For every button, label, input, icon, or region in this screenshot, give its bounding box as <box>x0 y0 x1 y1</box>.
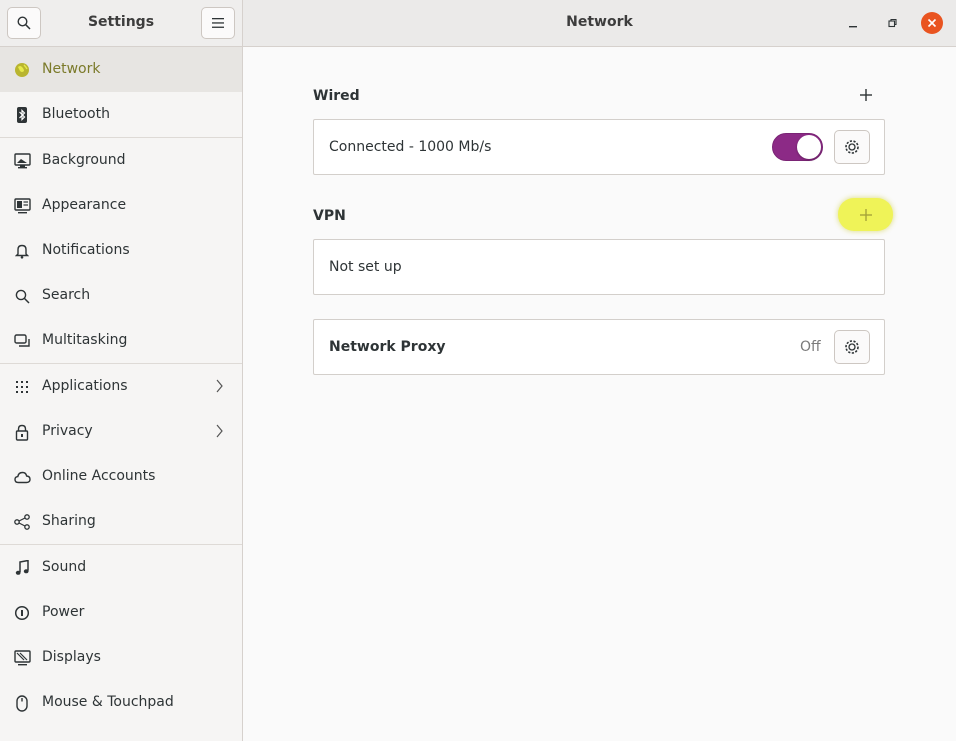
sidebar-item-label: Displays <box>42 649 101 665</box>
sidebar-item-label: Sound <box>42 559 87 575</box>
sidebar-item-label: Multitasking <box>42 332 128 348</box>
close-icon <box>927 18 937 28</box>
add-wired-button[interactable] <box>856 85 876 105</box>
sidebar-item-bluetooth[interactable]: Bluetooth <box>0 92 242 137</box>
network-proxy-status: Off <box>800 339 821 355</box>
main-content: Wired Connected - 1000 Mb/s VPN Not set … <box>243 47 956 741</box>
sidebar-item-mouse-touchpad[interactable]: Mouse & Touchpad <box>0 680 242 725</box>
sidebar-item-displays[interactable]: Displays <box>0 635 242 680</box>
background-icon <box>13 152 31 170</box>
sidebar-item-sound[interactable]: Sound <box>0 545 242 590</box>
display-icon <box>13 649 31 667</box>
sidebar-item-network[interactable]: Network <box>0 47 242 92</box>
sidebar-item-label: Sharing <box>42 513 96 529</box>
gear-icon <box>845 140 859 154</box>
header-bar: Network <box>243 0 956 47</box>
music-note-icon <box>13 559 31 577</box>
add-vpn-button[interactable] <box>856 205 876 225</box>
chevron-right-icon <box>216 424 223 438</box>
sidebar-item-label: Background <box>42 152 126 168</box>
sidebar-item-power[interactable]: Power <box>0 590 242 635</box>
sidebar-item-background[interactable]: Background <box>0 138 242 183</box>
lock-icon <box>13 423 31 441</box>
network-icon <box>13 61 31 79</box>
mouse-icon <box>13 694 31 712</box>
sidebar-item-label: Bluetooth <box>42 106 110 122</box>
close-button[interactable] <box>921 12 943 34</box>
gear-icon <box>845 340 859 354</box>
maximize-button[interactable] <box>881 12 903 34</box>
sidebar-item-label: Power <box>42 604 85 620</box>
chevron-right-icon <box>216 379 223 393</box>
vpn-status: Not set up <box>329 259 402 275</box>
hamburger-icon <box>212 18 224 28</box>
sidebar-item-label: Privacy <box>42 423 93 439</box>
sidebar-header: Settings <box>0 0 242 47</box>
search-button[interactable] <box>7 7 41 39</box>
sidebar-item-search[interactable]: Search <box>0 273 242 318</box>
multitasking-icon <box>13 332 31 350</box>
sidebar-item-label: Network <box>42 61 101 77</box>
bell-icon <box>13 242 31 260</box>
sidebar-item-label: Online Accounts <box>42 468 156 484</box>
search-icon <box>17 16 31 30</box>
sidebar-item-notifications[interactable]: Notifications <box>0 228 242 273</box>
plus-icon <box>860 209 872 221</box>
sidebar-item-online-accounts[interactable]: Online Accounts <box>0 454 242 499</box>
search-icon <box>13 287 31 305</box>
sidebar-item-label: Notifications <box>42 242 130 258</box>
sidebar: Settings Network Bluetooth Background Ap… <box>0 0 243 741</box>
network-proxy-label: Network Proxy <box>329 339 446 355</box>
minimize-button[interactable] <box>842 12 864 34</box>
sidebar-item-appearance[interactable]: Appearance <box>0 183 242 228</box>
sidebar-item-label: Appearance <box>42 197 127 213</box>
minimize-icon <box>849 26 857 28</box>
wired-toggle[interactable] <box>772 133 823 161</box>
share-icon <box>13 513 31 531</box>
toggle-knob <box>797 135 821 159</box>
bluetooth-icon <box>13 106 31 124</box>
menu-button[interactable] <box>201 7 235 39</box>
cloud-icon <box>13 468 31 486</box>
vpn-section-title: VPN <box>313 208 346 224</box>
sidebar-item-label: Applications <box>42 378 128 394</box>
sidebar-item-sharing[interactable]: Sharing <box>0 499 242 544</box>
sidebar-item-label: Mouse & Touchpad <box>42 694 174 710</box>
vpn-row: Not set up <box>313 239 885 295</box>
wired-status: Connected - 1000 Mb/s <box>329 139 492 155</box>
grid-icon <box>13 378 31 396</box>
wired-connection-row: Connected - 1000 Mb/s <box>313 119 885 175</box>
wired-settings-button[interactable] <box>834 130 870 164</box>
network-proxy-row[interactable]: Network Proxy Off <box>313 319 885 375</box>
restore-icon <box>888 18 897 28</box>
sidebar-item-applications[interactable]: Applications <box>0 364 242 409</box>
proxy-settings-button[interactable] <box>834 330 870 364</box>
sidebar-item-privacy[interactable]: Privacy <box>0 409 242 454</box>
sidebar-item-multitasking[interactable]: Multitasking <box>0 318 242 363</box>
wired-section-title: Wired <box>313 88 360 104</box>
appearance-icon <box>13 197 31 215</box>
sidebar-item-label: Search <box>42 287 91 303</box>
power-icon <box>13 604 31 622</box>
plus-icon <box>860 89 872 101</box>
